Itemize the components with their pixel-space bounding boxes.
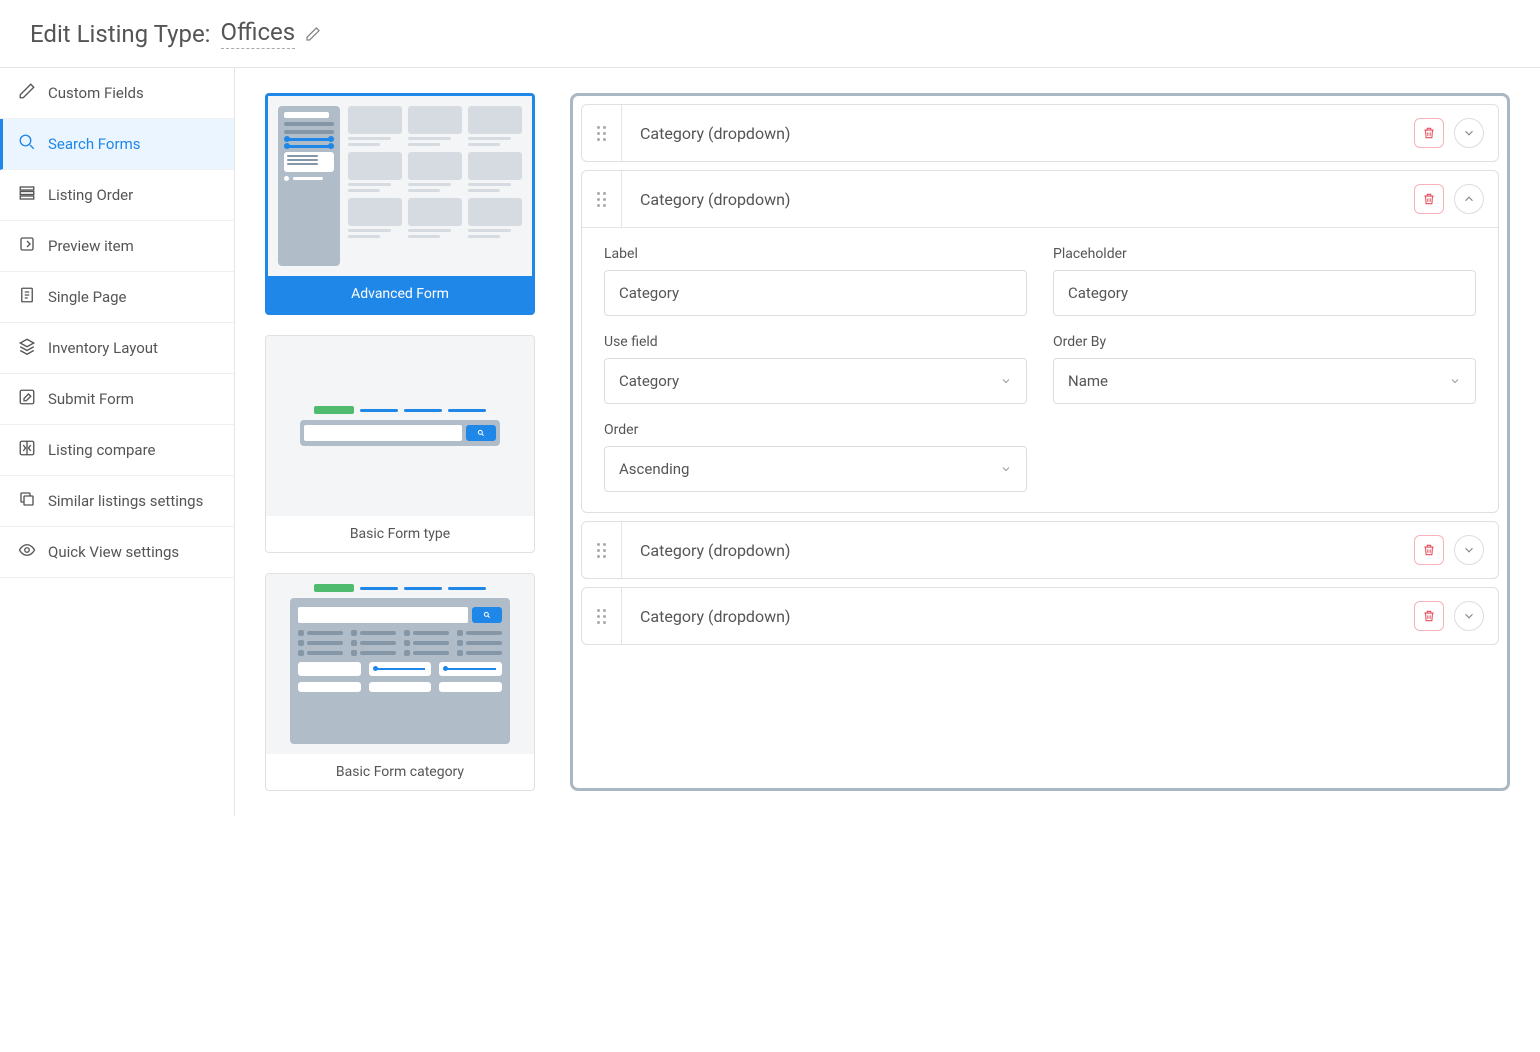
page-icon xyxy=(18,286,36,308)
copy-icon xyxy=(18,490,36,512)
field-header: Category (dropdown) xyxy=(582,522,1498,578)
template-label: Advanced Form xyxy=(268,276,532,312)
label-text: Use field xyxy=(604,334,1027,350)
form-group-placeholder: Placeholder Category xyxy=(1053,246,1476,316)
pencil-icon xyxy=(18,82,36,104)
expand-button[interactable] xyxy=(1454,535,1484,565)
sidebar-item-inventory-layout[interactable]: Inventory Layout xyxy=(0,323,234,374)
usefield-select[interactable]: Category xyxy=(604,358,1027,404)
template-advanced-form[interactable]: Advanced Form xyxy=(265,93,535,315)
label-text: Placeholder xyxy=(1053,246,1476,262)
form-group-orderby: Order By Name xyxy=(1053,334,1476,404)
form-templates: Advanced Form Basic Form type xyxy=(265,93,535,791)
field-header: Category (dropdown) xyxy=(582,588,1498,644)
field-title: Category (dropdown) xyxy=(622,190,1414,209)
template-preview xyxy=(266,574,534,754)
template-basic-form-type[interactable]: Basic Form type xyxy=(265,335,535,553)
field-header: Category (dropdown) xyxy=(582,105,1498,161)
sidebar-item-label: Preview item xyxy=(48,237,134,255)
collapse-button[interactable] xyxy=(1454,184,1484,214)
title-prefix: Edit Listing Type: xyxy=(30,20,211,48)
sidebar-item-label: Listing Order xyxy=(48,186,133,204)
sidebar-item-preview-item[interactable]: Preview item xyxy=(0,221,234,272)
form-group-label: Label Category xyxy=(604,246,1027,316)
edit-box-icon xyxy=(18,388,36,410)
sidebar-item-search-forms[interactable]: Search Forms xyxy=(0,119,234,170)
form-group-order: Order Ascending xyxy=(604,422,1027,492)
delete-button[interactable] xyxy=(1414,184,1444,214)
sidebar-item-custom-fields[interactable]: Custom Fields xyxy=(0,68,234,119)
label-input[interactable]: Category xyxy=(604,270,1027,316)
expand-button[interactable] xyxy=(1454,601,1484,631)
preview-icon xyxy=(18,235,36,257)
field-title: Category (dropdown) xyxy=(622,607,1414,626)
field-title: Category (dropdown) xyxy=(622,124,1414,143)
field-row: Category (dropdown) Label Category Place… xyxy=(581,170,1499,513)
drag-handle-icon[interactable] xyxy=(582,105,622,161)
drag-handle-icon[interactable] xyxy=(582,171,622,227)
page-title: Edit Listing Type: Offices xyxy=(30,18,1510,49)
field-row: Category (dropdown) xyxy=(581,521,1499,579)
sidebar-item-label: Custom Fields xyxy=(48,84,144,102)
field-body: Label Category Placeholder Category Use … xyxy=(582,227,1498,512)
pencil-icon[interactable] xyxy=(305,26,321,42)
placeholder-input[interactable]: Category xyxy=(1053,270,1476,316)
label-text: Order xyxy=(604,422,1027,438)
expand-button[interactable] xyxy=(1454,118,1484,148)
field-title: Category (dropdown) xyxy=(622,541,1414,560)
label-text: Label xyxy=(604,246,1027,262)
page-header: Edit Listing Type: Offices xyxy=(0,0,1540,68)
sidebar-item-quick-view-settings[interactable]: Quick View settings xyxy=(0,527,234,578)
template-preview xyxy=(268,96,532,276)
sidebar-item-label: Search Forms xyxy=(48,135,140,153)
delete-button[interactable] xyxy=(1414,535,1444,565)
sidebar-item-listing-order[interactable]: Listing Order xyxy=(0,170,234,221)
layers-icon xyxy=(18,337,36,359)
sidebar: Custom Fields Search Forms Listing Order Pr… xyxy=(0,68,235,816)
sidebar-item-label: Similar listings settings xyxy=(48,492,203,510)
sidebar-item-submit-form[interactable]: Submit Form xyxy=(0,374,234,425)
field-row: Category (dropdown) xyxy=(581,104,1499,162)
template-basic-form-category[interactable]: Basic Form category xyxy=(265,573,535,791)
order-select[interactable]: Ascending xyxy=(604,446,1027,492)
template-label: Basic Form category xyxy=(266,754,534,790)
order-icon xyxy=(18,184,36,206)
orderby-select[interactable]: Name xyxy=(1053,358,1476,404)
sidebar-item-label: Submit Form xyxy=(48,390,134,408)
template-label: Basic Form type xyxy=(266,516,534,552)
sidebar-item-single-page[interactable]: Single Page xyxy=(0,272,234,323)
drag-handle-icon[interactable] xyxy=(582,522,622,578)
field-row: Category (dropdown) xyxy=(581,587,1499,645)
delete-button[interactable] xyxy=(1414,118,1444,148)
delete-button[interactable] xyxy=(1414,601,1444,631)
sidebar-item-similar-listings-settings[interactable]: Similar listings settings xyxy=(0,476,234,527)
form-group-usefield: Use field Category xyxy=(604,334,1027,404)
compare-icon xyxy=(18,439,36,461)
search-icon xyxy=(18,133,36,155)
sidebar-item-label: Quick View settings xyxy=(48,543,179,561)
eye-icon xyxy=(18,541,36,563)
sidebar-item-label: Single Page xyxy=(48,288,127,306)
field-header: Category (dropdown) xyxy=(582,171,1498,227)
sidebar-item-label: Inventory Layout xyxy=(48,339,158,357)
sidebar-item-label: Listing compare xyxy=(48,441,156,459)
config-panel: Category (dropdown) Category (dropdown) … xyxy=(570,93,1510,791)
label-text: Order By xyxy=(1053,334,1476,350)
sidebar-item-listing-compare[interactable]: Listing compare xyxy=(0,425,234,476)
template-preview xyxy=(266,336,534,516)
title-name[interactable]: Offices xyxy=(221,18,296,49)
drag-handle-icon[interactable] xyxy=(582,588,622,644)
